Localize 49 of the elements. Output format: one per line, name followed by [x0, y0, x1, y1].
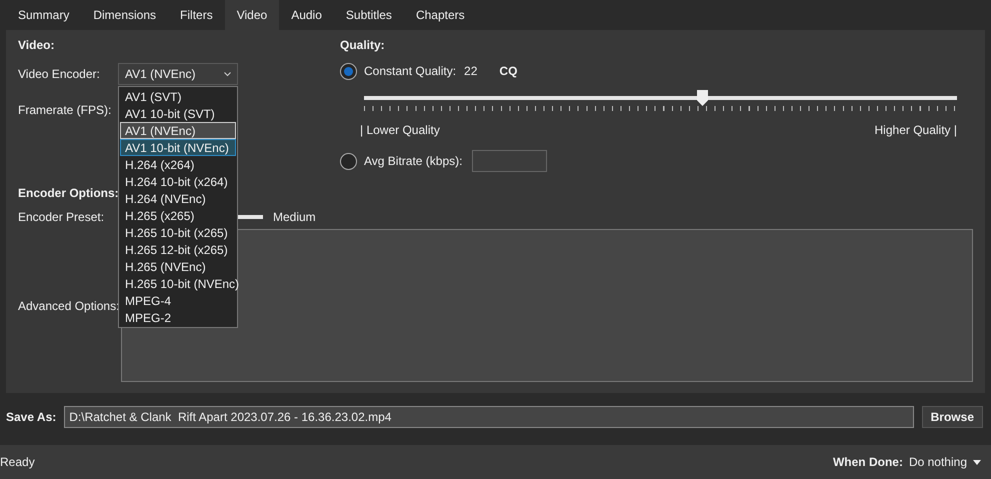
dropdown-option[interactable]: H.264 10-bit (x264): [120, 173, 236, 190]
radio-button[interactable]: [340, 62, 357, 80]
field-label: Encoder Preset:: [18, 210, 106, 224]
dropdown-option[interactable]: H.265 12-bit (x265): [120, 241, 236, 258]
section-heading: Quality:: [340, 38, 385, 54]
slider-thumb[interactable]: [697, 90, 708, 106]
section-heading: Video:: [18, 38, 54, 54]
bitrate-field[interactable]: [472, 150, 548, 172]
tab[interactable]: Video: [224, 0, 280, 30]
tab[interactable]: Chapters: [404, 0, 477, 30]
section-heading: Encoder Options:: [18, 186, 119, 202]
scale-label: | Lower Quality: [360, 123, 440, 137]
radio-button[interactable]: [340, 152, 357, 170]
quality-value: 22: [464, 64, 478, 78]
field-label: Advanced Options:: [18, 299, 120, 313]
encoder-dropdown[interactable]: AV1 (NVEnc): [118, 63, 238, 85]
dropdown-option[interactable]: H.264 (NVEnc): [120, 190, 236, 207]
dropdown-option[interactable]: AV1 (SVT): [120, 88, 236, 105]
tab[interactable]: Filters: [168, 0, 225, 30]
when-done-label: When Done:: [832, 455, 903, 469]
dropdown-option[interactable]: AV1 10-bit (SVT): [120, 105, 236, 122]
unit-label: CQ: [499, 64, 518, 78]
dropdown-option[interactable]: AV1 (NVEnc): [120, 122, 236, 139]
dropdown-option[interactable]: H.265 (NVEnc): [120, 258, 236, 275]
when-done-dropdown[interactable]: Do nothing: [908, 455, 967, 469]
caret-icon: [973, 460, 981, 464]
advanced-options-field[interactable]: [121, 229, 973, 382]
save-path-field[interactable]: D:\Ratchet & Clank Rift Apart 2023.07.26 - 16.36.23.02.mp4: [64, 406, 914, 428]
dropdown-option[interactable]: H.265 (x265): [120, 207, 236, 224]
chevron-icon: [224, 72, 231, 76]
scale-label: Higher Quality |: [874, 123, 957, 137]
dropdown-option[interactable]: H.265 10-bit (NVEnc): [120, 275, 236, 292]
radio-label: Avg Bitrate (kbps):: [364, 154, 462, 168]
field-label: Framerate (FPS):: [18, 103, 112, 117]
tab[interactable]: Subtitles: [334, 0, 404, 30]
browse-button[interactable]: Browse: [922, 406, 983, 428]
preset-value: Medium: [273, 210, 316, 224]
dropdown-option[interactable]: AV1 10-bit (NVEnc): [120, 139, 236, 156]
field-label: Save As:: [6, 410, 56, 424]
dropdown-option[interactable]: MPEG-4: [120, 292, 236, 309]
tab[interactable]: Summary: [6, 0, 82, 30]
radio-label: Constant Quality:: [364, 64, 456, 78]
dropdown-option[interactable]: MPEG-2: [120, 309, 236, 326]
tab[interactable]: Dimensions: [81, 0, 168, 30]
tab[interactable]: Audio: [279, 0, 334, 30]
dropdown-option[interactable]: H.265 10-bit (x265): [120, 224, 236, 241]
dropdown-option[interactable]: H.264 (x264): [120, 156, 236, 173]
status-text: Ready: [0, 455, 35, 469]
field-label: Video Encoder:: [18, 67, 101, 81]
